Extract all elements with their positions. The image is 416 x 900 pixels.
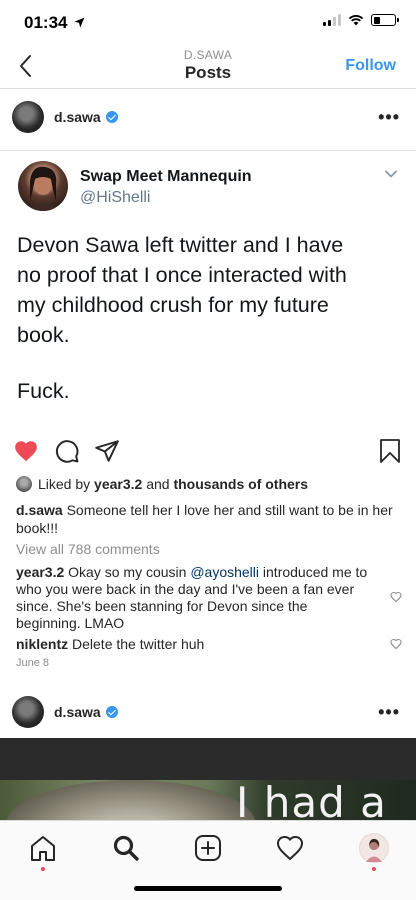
comment-like-heart-icon[interactable] — [390, 638, 402, 650]
comment-text: Okay so my cousin — [68, 564, 187, 580]
liker-username[interactable]: year3.2 — [94, 476, 142, 492]
liker-avatar — [16, 476, 32, 492]
post-username[interactable]: d.sawa — [54, 109, 118, 125]
home-icon[interactable] — [28, 833, 58, 863]
post-username[interactable]: d.sawa — [54, 704, 118, 720]
location-arrow-icon — [74, 17, 85, 28]
tweet-avatar — [18, 161, 68, 211]
post-header: d.sawa ••• — [0, 88, 416, 144]
tweet-text: Devon Sawa left twitter and I have no pr… — [17, 230, 402, 350]
more-options-button[interactable]: ••• — [378, 107, 400, 128]
avatar[interactable] — [12, 696, 44, 728]
image-overlay-text: I had a — [236, 778, 387, 820]
verified-badge-icon — [105, 706, 118, 718]
nav-header: D.SAWA Posts Follow — [0, 44, 416, 88]
wifi-icon — [348, 15, 364, 26]
status-indicators — [323, 14, 399, 26]
tweet-avatar-portrait — [26, 166, 60, 211]
like-heart-icon[interactable] — [13, 438, 39, 464]
comment-text: Delete the twitter huh — [72, 636, 205, 652]
username-text[interactable]: d.sawa — [54, 109, 101, 125]
tweet-line: book. — [17, 323, 70, 347]
avatar[interactable] — [12, 100, 44, 133]
comment-icon[interactable] — [54, 438, 80, 464]
caption-text: Someone tell her I love her and still wa… — [16, 502, 393, 536]
bookmark-icon[interactable] — [378, 438, 402, 464]
likes-joiner: and — [146, 476, 170, 492]
image-band — [0, 738, 416, 780]
comment-username[interactable]: niklentz — [16, 636, 68, 652]
follow-button[interactable]: Follow — [345, 57, 396, 75]
profile-avatar[interactable] — [359, 833, 389, 863]
post-image[interactable]: I had a — [0, 738, 416, 820]
username-text[interactable]: d.sawa — [54, 704, 101, 720]
caption-username[interactable]: d.sawa — [16, 502, 63, 518]
status-time: 01:34 — [24, 13, 85, 33]
tweet-line: my childhood crush for my future — [17, 293, 329, 317]
comment: niklentz Delete the twitter huh — [16, 636, 371, 653]
status-bar: 01:34 — [0, 0, 416, 44]
comment-mention[interactable]: @ayoshelli — [190, 564, 259, 580]
tweet-line: no proof that I once interacted with — [17, 263, 347, 287]
likes-others[interactable]: thousands of others — [173, 476, 308, 492]
clock-text: 01:34 — [24, 13, 68, 32]
bottom-tab-bar — [0, 820, 416, 900]
comment: year3.2 Okay so my cousin @ayoshelli int… — [16, 564, 371, 632]
verified-badge-icon — [105, 110, 118, 123]
post-actions — [0, 432, 416, 472]
view-all-comments-link[interactable]: View all 788 comments — [16, 541, 160, 557]
search-icon[interactable] — [111, 833, 141, 863]
profile-portrait — [366, 838, 382, 862]
battery-icon — [371, 14, 399, 26]
post-date: June 8 — [16, 657, 50, 669]
tweet-display-name: Swap Meet Mannequin — [80, 168, 252, 185]
profile-notification-dot — [372, 867, 376, 871]
post-image[interactable]: Swap Meet Mannequin @HiShelli Devon Sawa… — [0, 150, 416, 432]
home-indicator — [134, 886, 282, 891]
tweet-handle: @HiShelli — [80, 189, 151, 206]
likes-line[interactable]: Liked by year3.2 and thousands of others — [16, 476, 308, 492]
share-send-icon[interactable] — [94, 438, 120, 464]
tweet-line: Devon Sawa left twitter and I have — [17, 233, 344, 257]
post-caption: d.sawa Someone tell her I love her and s… — [16, 501, 406, 537]
battery-level — [373, 16, 380, 24]
new-post-icon[interactable] — [193, 833, 223, 863]
comment-username[interactable]: year3.2 — [16, 564, 64, 580]
tweet-line: Fuck. — [17, 379, 70, 403]
likes-prefix: Liked by — [38, 476, 91, 492]
cellular-signal-icon — [323, 14, 341, 26]
home-notification-dot — [41, 867, 45, 871]
post-header: d.sawa ••• — [0, 684, 416, 740]
activity-heart-icon[interactable] — [275, 833, 305, 863]
more-options-button[interactable]: ••• — [378, 702, 400, 723]
chevron-down-icon — [385, 170, 397, 178]
comment-like-heart-icon[interactable] — [390, 591, 402, 603]
